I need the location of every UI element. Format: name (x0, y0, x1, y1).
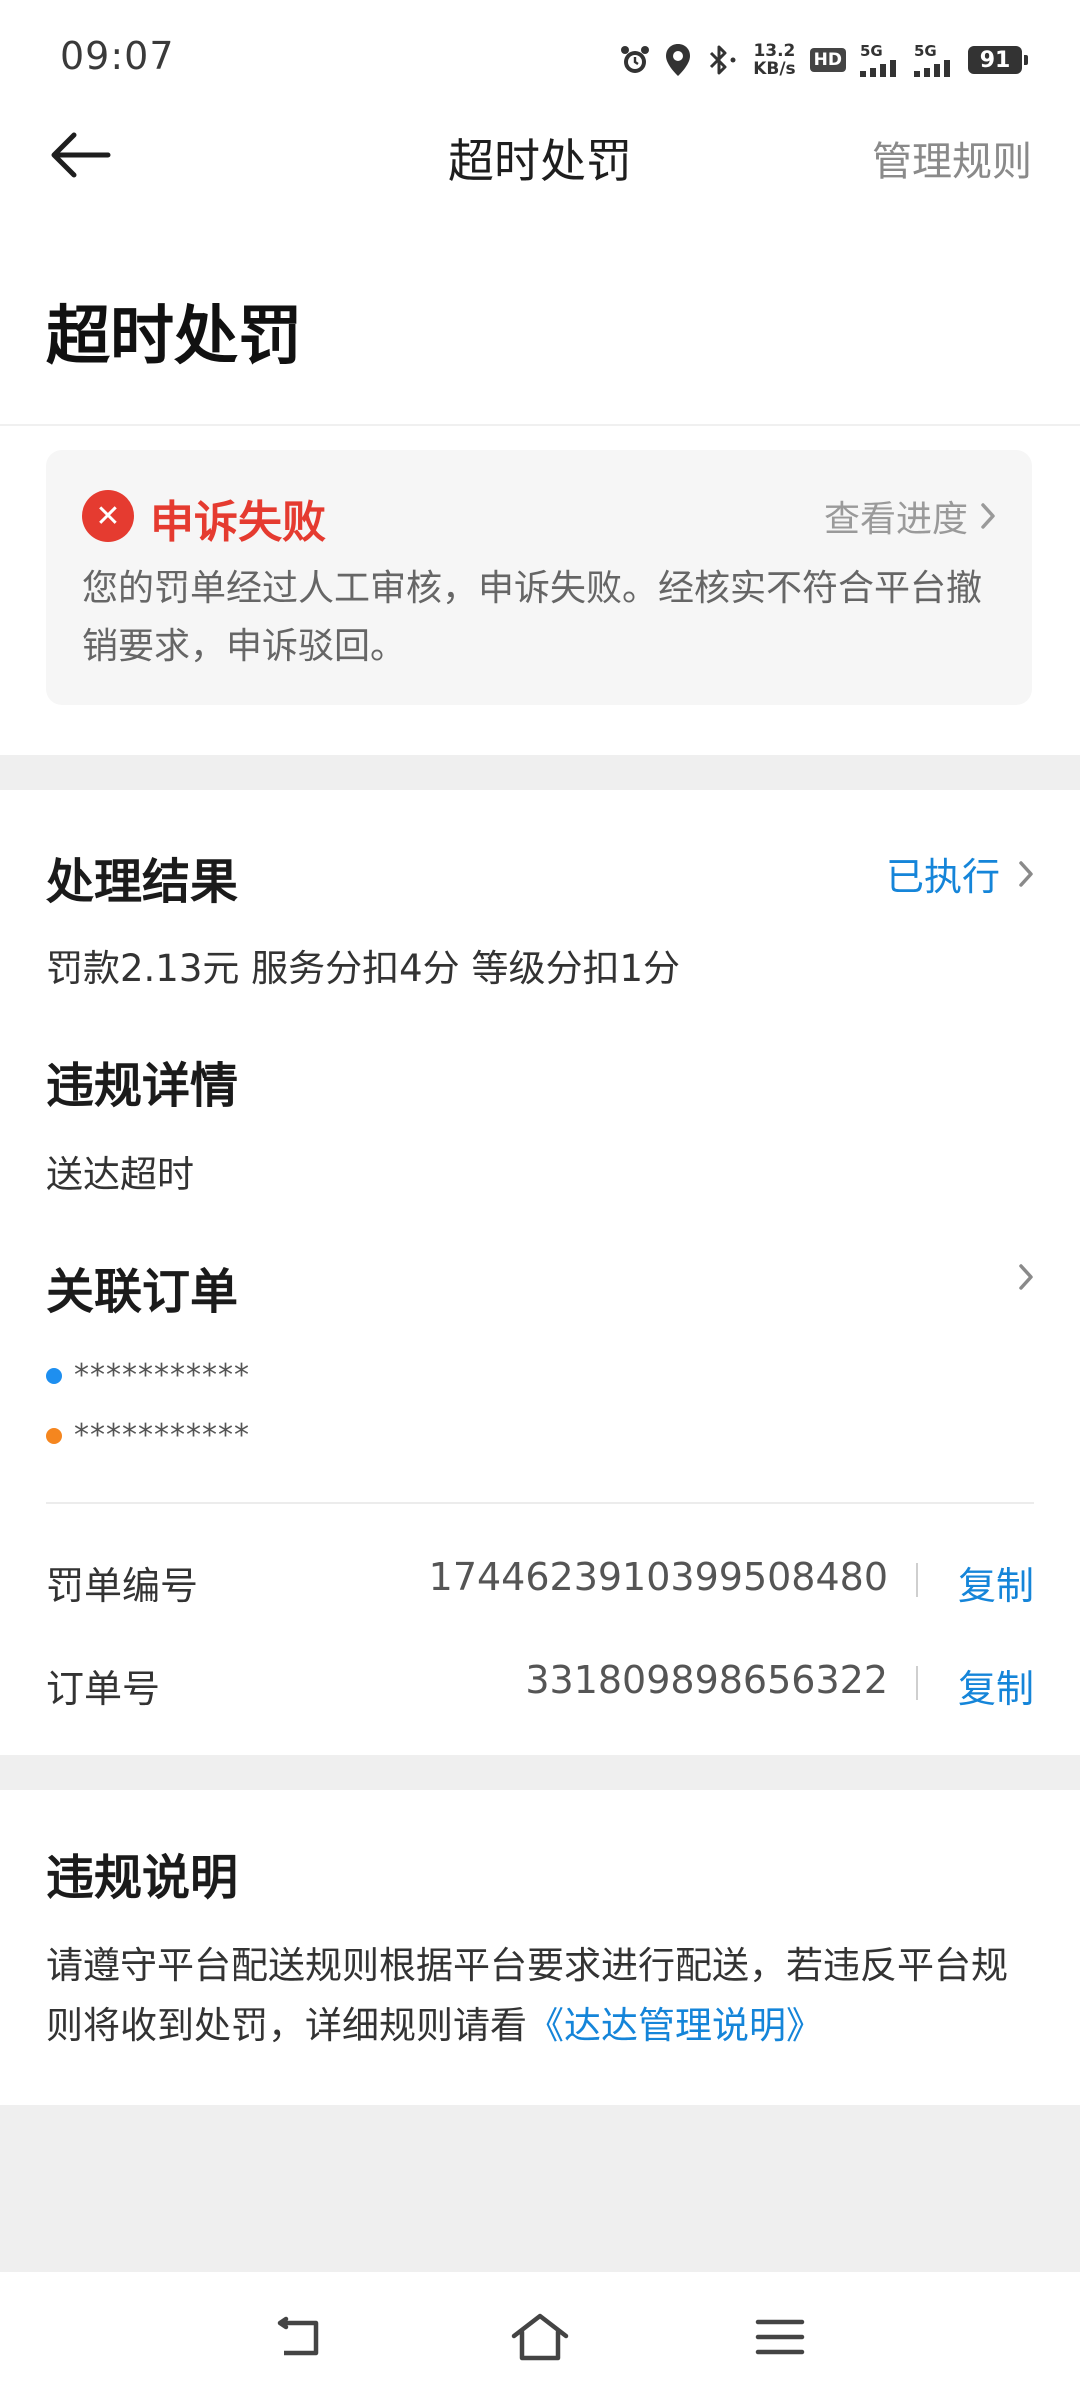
violation-detail: 送达超时 (46, 1153, 194, 1196)
penalty-text: 罚款2.13元 服务分扣4分 等级分扣1分 (46, 947, 680, 990)
order-number-label: 订单号 (46, 1667, 161, 1711)
related-orders-heading: 关联订单 (46, 1264, 239, 1320)
status-time: 09:07 (60, 34, 175, 78)
divider (46, 1502, 1034, 1504)
ticket-number-value: 1744623910399508480 (428, 1555, 888, 1599)
signal-label: 5G (860, 41, 883, 60)
system-nav-bar (0, 2272, 1080, 2400)
signal-label: 5G (914, 41, 937, 60)
separator (916, 1563, 918, 1597)
chevron-right-icon (1019, 1264, 1033, 1290)
chevron-right-icon (981, 503, 995, 529)
network-speed-value: 13.2 (753, 41, 796, 61)
bluetooth-icon (705, 43, 739, 77)
network-speed-unit: KB/s (753, 59, 796, 79)
copy-order-number-button[interactable]: 复制 (958, 1658, 1034, 1713)
penalty-details-section: 处理结果 已执行 罚款2.13元 服务分扣4分 等级分扣1分 违规详情 送达超时… (0, 790, 1080, 1755)
management-rules-link[interactable]: 《达达管理说明》 (527, 2004, 823, 2047)
alarm-icon (619, 44, 651, 76)
menu-icon (755, 2319, 805, 2355)
signal-icon: 5G (914, 41, 954, 77)
nav-back-button[interactable] (260, 2302, 340, 2372)
close-circle-icon: ✕ (82, 490, 134, 542)
home-icon (511, 2313, 569, 2361)
executed-label: 已执行 (885, 855, 1000, 899)
nav-home-button[interactable] (500, 2302, 580, 2372)
chevron-right-icon (1019, 860, 1033, 887)
rule-explanation-section: 违规说明 请遵守平台配送规则根据平台要求进行配送，若违反平台规则将收到处罚，详细… (0, 1790, 1080, 2105)
network-speed: 13.2 KB/s (753, 42, 795, 78)
blue-dot-icon (46, 1367, 62, 1384)
app-header: 超时处罚 管理规则 (0, 115, 1080, 195)
appeal-status-card: ✕ 申诉失败 查看进度 您的罚单经过人工审核，申诉失败。经核实不符合平台撤销要求… (46, 450, 1032, 705)
nav-menu-button[interactable] (740, 2302, 820, 2372)
manage-rules-link[interactable]: 管理规则 (872, 129, 1032, 187)
view-progress-link[interactable]: 查看进度 (824, 490, 996, 542)
divider (0, 424, 1080, 426)
appeal-description: 您的罚单经过人工审核，申诉失败。经核实不符合平台撤销要求，申诉驳回。 (82, 568, 983, 667)
ticket-number-label: 罚单编号 (46, 1564, 199, 1608)
view-progress-label: 查看进度 (823, 499, 968, 540)
return-icon (277, 2316, 319, 2356)
order-number-value: 331809898656322 (525, 1658, 888, 1702)
rules-heading: 违规说明 (46, 1850, 239, 1906)
appeal-status: 申诉失败 (150, 497, 326, 548)
page-title: 超时处罚 (46, 300, 302, 374)
related-order-text: *********** (74, 1418, 250, 1453)
rules-text: 请遵守平台配送规则根据平台要求进行配送，若违反平台规则将收到处罚，详细规则请看《… (46, 1936, 1036, 2056)
executed-status-link[interactable]: 已执行 (886, 846, 1034, 901)
related-orders-chevron[interactable] (1018, 1263, 1034, 1295)
status-bar: 09:07 13.2 KB/s HD 5G 5G 91 (0, 0, 1080, 120)
battery-level: 91 (979, 47, 1011, 73)
related-order-item[interactable]: *********** (46, 1418, 250, 1453)
signal-icon: 5G (860, 41, 900, 77)
hd-badge: HD (809, 48, 846, 72)
result-heading: 处理结果 (46, 854, 239, 910)
related-order-item[interactable]: *********** (46, 1358, 250, 1393)
copy-ticket-number-button[interactable]: 复制 (958, 1555, 1034, 1610)
location-icon (665, 43, 691, 77)
orange-dot-icon (46, 1427, 62, 1444)
separator (916, 1666, 918, 1700)
violation-heading: 违规详情 (46, 1058, 239, 1114)
battery-icon: 91 (968, 46, 1028, 74)
status-icons: 13.2 KB/s HD 5G 5G 91 (619, 36, 1028, 84)
related-order-text: *********** (74, 1358, 250, 1393)
